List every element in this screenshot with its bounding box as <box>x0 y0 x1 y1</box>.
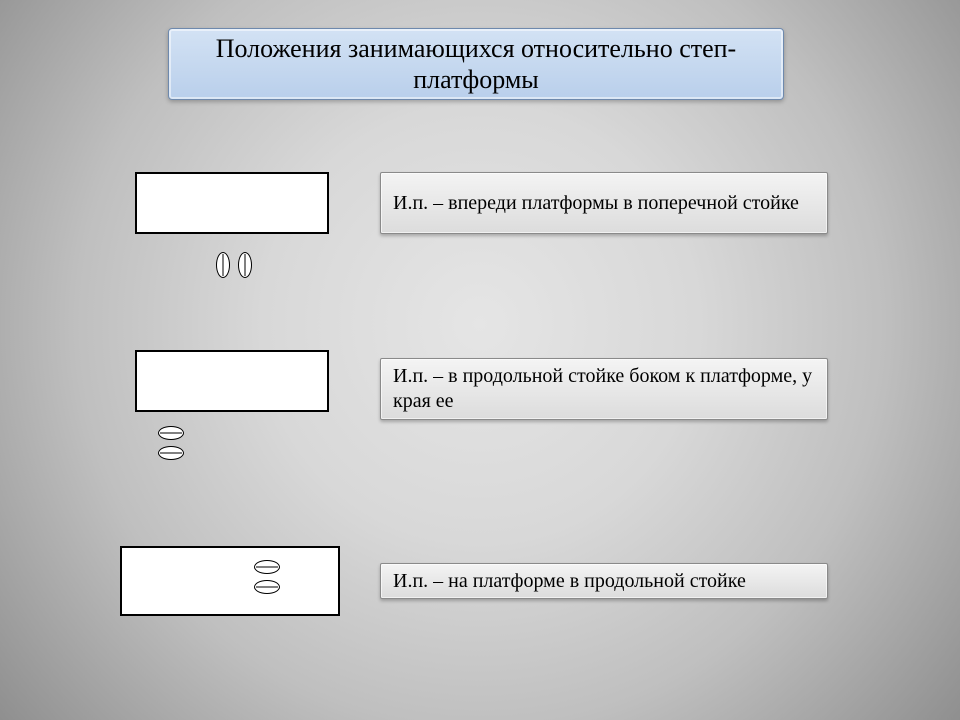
foot-back-3 <box>254 580 280 594</box>
position-desc-1: И.п. – впереди платформы в поперечной ст… <box>380 172 828 234</box>
foot-right-1 <box>238 252 252 278</box>
foot-front-3 <box>254 560 280 574</box>
position-desc-3: И.п. – на платформе в продольной стойке <box>380 563 828 599</box>
platform-diagram-2 <box>135 350 329 412</box>
foot-back-2 <box>158 446 184 460</box>
foot-front-2 <box>158 426 184 440</box>
platform-diagram-1 <box>135 172 329 234</box>
position-desc-2: И.п. – в продольной стойке боком к платф… <box>380 358 828 420</box>
slide-title: Положения занимающихся относительно степ… <box>168 28 784 100</box>
foot-left-1 <box>216 252 230 278</box>
platform-diagram-3 <box>120 546 340 616</box>
